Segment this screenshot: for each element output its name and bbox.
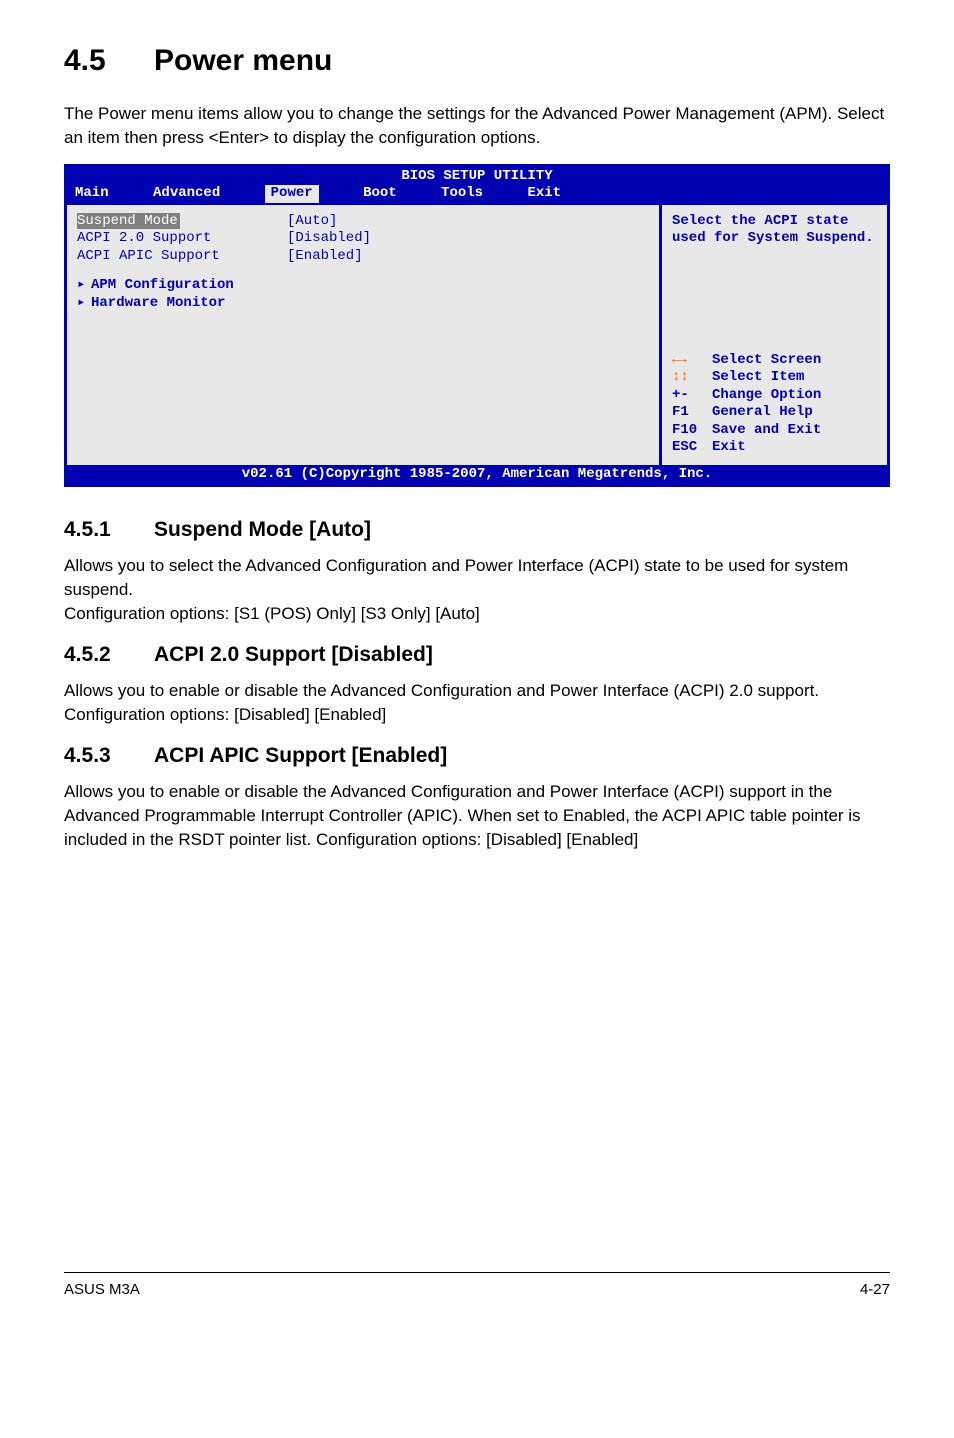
subsection-number: 4.5.3 bbox=[64, 741, 154, 770]
subsection-para: Allows you to enable or disable the Adva… bbox=[64, 679, 890, 727]
bios-tab-main: Main bbox=[75, 185, 109, 203]
hint-exit: ESCExit bbox=[672, 439, 879, 457]
bios-item-label: Suspend Mode bbox=[77, 213, 180, 229]
subsection-title: ACPI 2.0 Support [Disabled] bbox=[154, 643, 433, 666]
subsection-para: Allows you to select the Advanced Config… bbox=[64, 554, 890, 602]
bios-submenu-label: APM Configuration bbox=[91, 277, 234, 293]
subsection-number: 4.5.1 bbox=[64, 515, 154, 544]
arrow-up-down-icon: ↕↕ bbox=[672, 369, 689, 385]
bios-item-acpi-apic: ACPI APIC Support[Enabled] bbox=[77, 248, 651, 266]
bios-tab-advanced: Advanced bbox=[153, 185, 220, 203]
bios-item-suspend-mode: Suspend Mode [Auto] bbox=[77, 213, 651, 231]
bios-item-label: ACPI 2.0 Support bbox=[77, 230, 287, 248]
subsection-heading-453: 4.5.3ACPI APIC Support [Enabled] bbox=[64, 741, 890, 770]
bios-right-pane: Select the ACPI state used for System Su… bbox=[659, 205, 887, 465]
hint-select-item: ↕↕Select Item bbox=[672, 369, 879, 387]
triangle-right-icon: ▸ bbox=[77, 277, 91, 295]
bios-tab-power: Power bbox=[265, 185, 319, 203]
section-title-text: Power menu bbox=[154, 44, 332, 77]
bios-item-value: [Enabled] bbox=[287, 248, 363, 264]
hint-select-screen: Select Screen bbox=[672, 352, 879, 370]
bios-submenu-label: Hardware Monitor bbox=[91, 295, 225, 311]
hint-general-help: F1General Help bbox=[672, 404, 879, 422]
bios-item-acpi20: ACPI 2.0 Support[Disabled] bbox=[77, 230, 651, 248]
bios-title: BIOS SETUP UTILITY bbox=[67, 167, 887, 186]
bios-submenu-apm: ▸APM Configuration bbox=[77, 277, 651, 295]
bios-tab-boot: Boot bbox=[363, 185, 397, 203]
bios-item-label: ACPI APIC Support bbox=[77, 248, 287, 266]
hint-change-option: +-Change Option bbox=[672, 387, 879, 405]
subsection-para: Configuration options: [S1 (POS) Only] [… bbox=[64, 602, 890, 626]
footer-right: 4-27 bbox=[860, 1279, 890, 1300]
hint-save-exit: F10Save and Exit bbox=[672, 422, 879, 440]
arrow-left-right-icon bbox=[672, 352, 685, 368]
subsection-heading-451: 4.5.1Suspend Mode [Auto] bbox=[64, 515, 890, 544]
bios-footer: v02.61 (C)Copyright 1985-2007, American … bbox=[67, 465, 887, 485]
bios-help-text: Select the ACPI state used for System Su… bbox=[672, 213, 879, 248]
subsection-heading-452: 4.5.2ACPI 2.0 Support [Disabled] bbox=[64, 640, 890, 669]
section-heading: 4.5Power menu bbox=[64, 40, 890, 82]
bios-tab-bar: Main Advanced Power Boot Tools Exit bbox=[67, 185, 887, 205]
subsection-title: Suspend Mode [Auto] bbox=[154, 518, 371, 541]
section-number: 4.5 bbox=[64, 40, 154, 82]
subsection-number: 4.5.2 bbox=[64, 640, 154, 669]
bios-item-value: [Auto] bbox=[287, 213, 337, 229]
bios-body: Suspend Mode [Auto] ACPI 2.0 Support[Disa… bbox=[67, 205, 887, 465]
subsection-para: Allows you to enable or disable the Adva… bbox=[64, 780, 890, 851]
bios-tab-exit: Exit bbox=[528, 185, 562, 203]
page-footer: ASUS M3A 4-27 bbox=[64, 1272, 890, 1300]
bios-screenshot: BIOS SETUP UTILITY Main Advanced Power B… bbox=[64, 164, 890, 488]
bios-submenu-hwmon: ▸Hardware Monitor bbox=[77, 295, 651, 313]
bios-item-value: [Disabled] bbox=[287, 230, 371, 246]
bios-tab-tools: Tools bbox=[441, 185, 483, 203]
intro-paragraph: The Power menu items allow you to change… bbox=[64, 102, 890, 150]
bios-key-hints: Select Screen ↕↕Select Item +-Change Opt… bbox=[672, 352, 879, 457]
footer-left: ASUS M3A bbox=[64, 1279, 140, 1300]
subsection-title: ACPI APIC Support [Enabled] bbox=[154, 744, 447, 767]
triangle-right-icon: ▸ bbox=[77, 295, 91, 313]
bios-left-pane: Suspend Mode [Auto] ACPI 2.0 Support[Disa… bbox=[67, 205, 659, 465]
